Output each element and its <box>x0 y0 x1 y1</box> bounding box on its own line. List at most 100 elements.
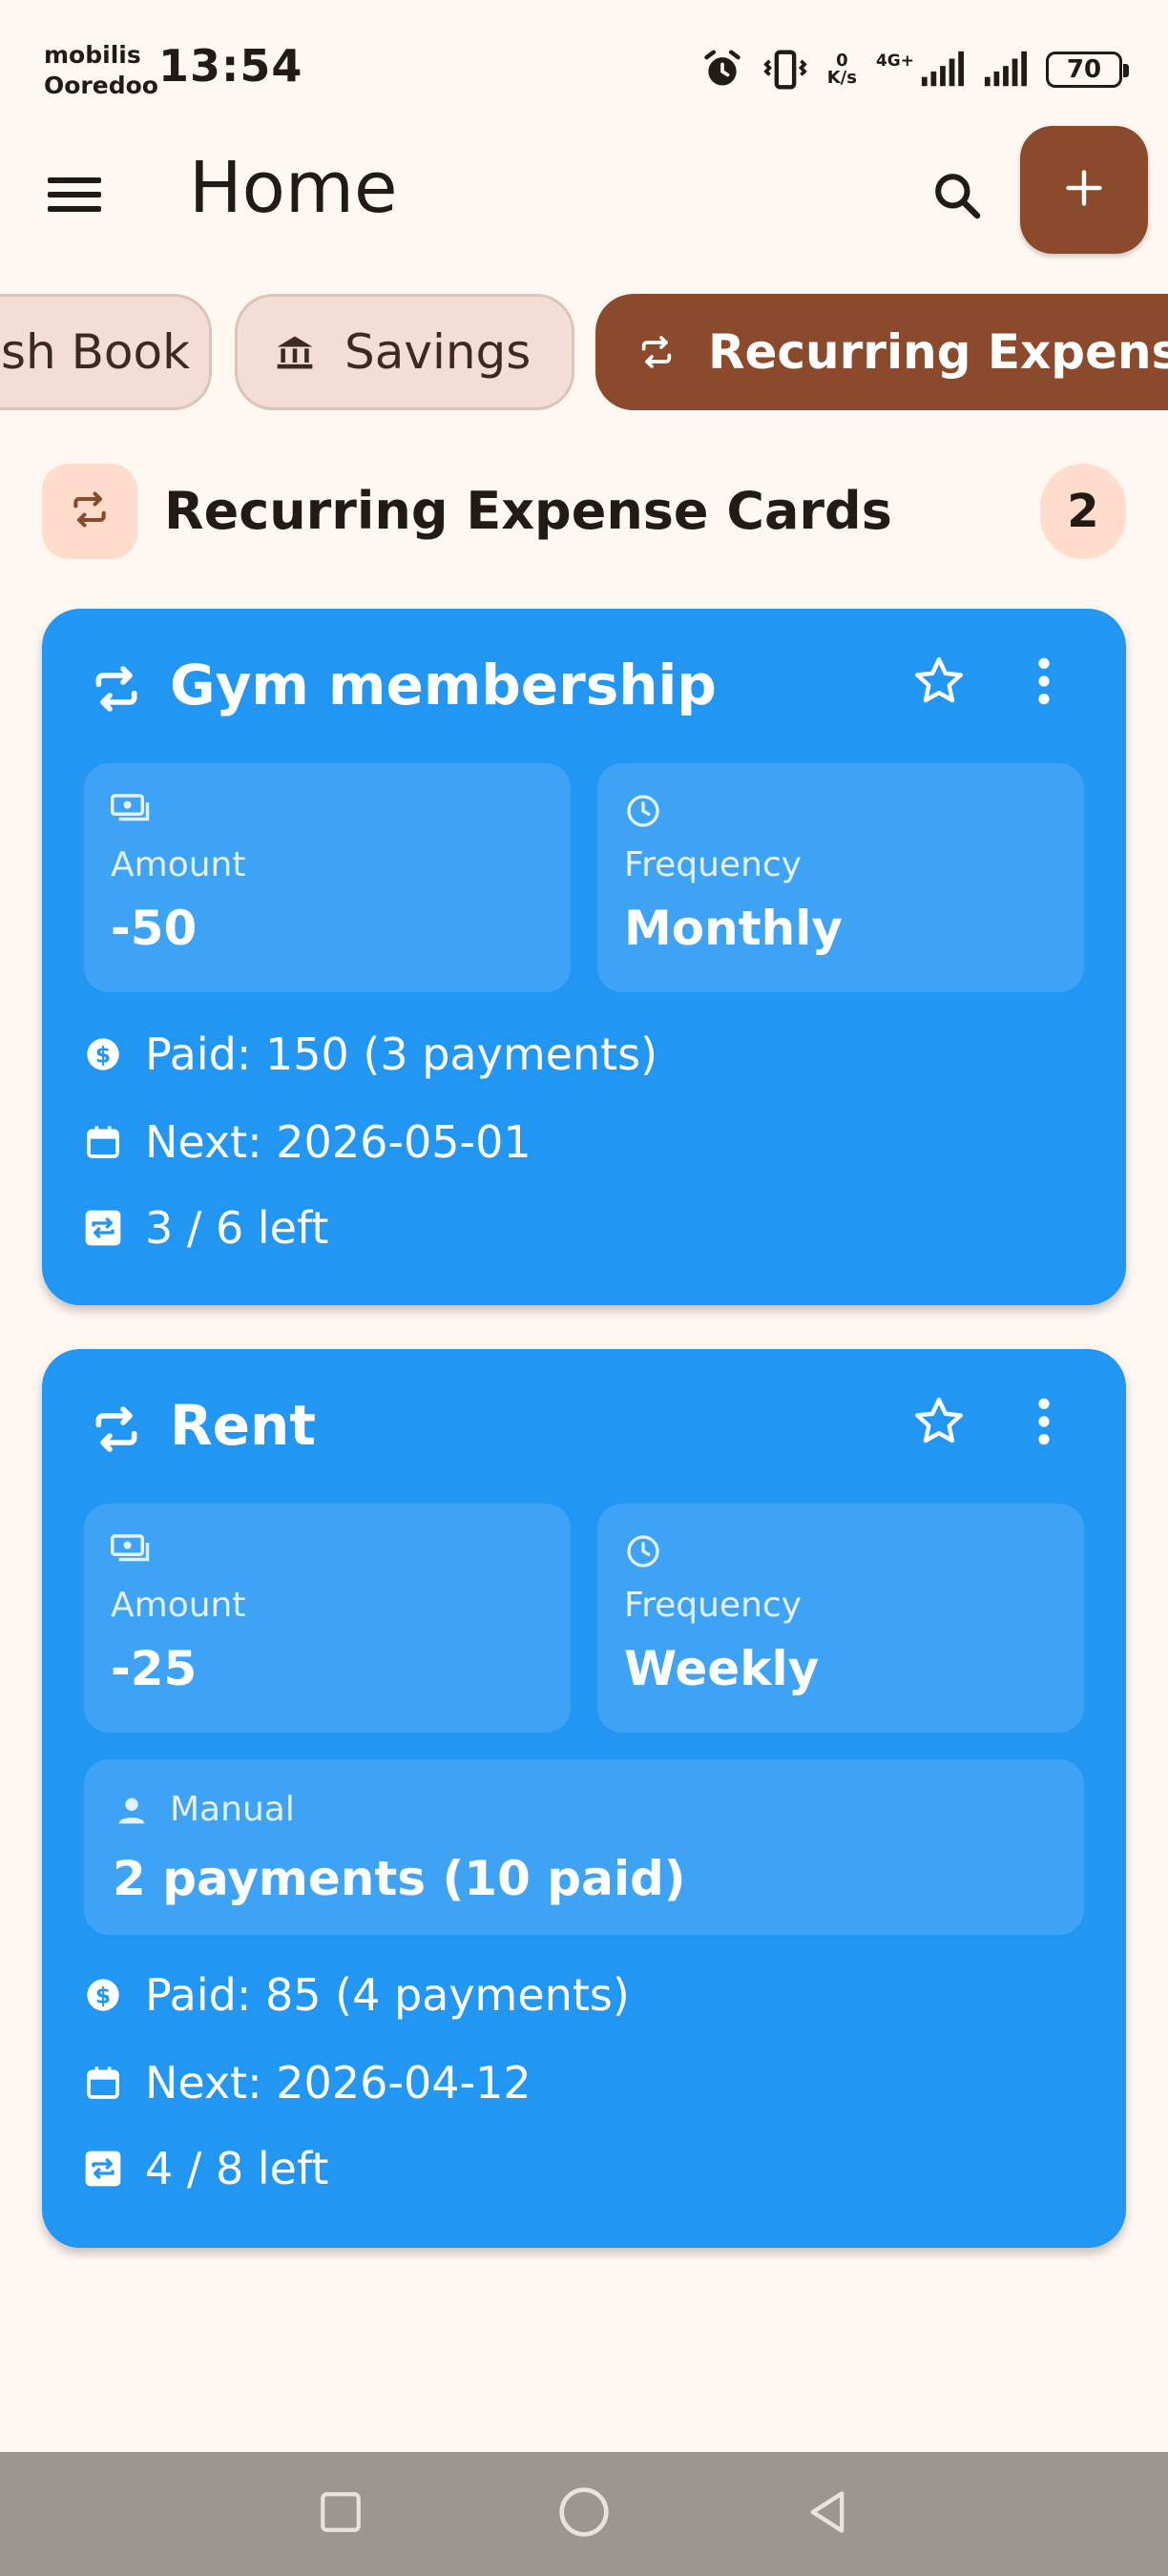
person-icon <box>113 1792 151 1834</box>
favorite-button[interactable] <box>901 645 977 721</box>
repeat-icon <box>90 1402 143 1460</box>
battery-indicator: 70 <box>1046 52 1129 88</box>
tab-savings[interactable]: Savings <box>235 294 574 410</box>
bank-icon <box>274 331 316 373</box>
network-speed: 0 K/s <box>827 52 857 87</box>
star-icon <box>911 654 967 713</box>
card-title: Gym membership <box>170 653 717 717</box>
frequency-label: Frequency <box>624 845 802 884</box>
next-row: Next: 2026-05-01 <box>84 1109 532 1175</box>
tab-recurring-expense[interactable]: Recurring Expense <box>595 294 1168 410</box>
recurring-expense-card[interactable]: Rent Amount -25 Frequency Weekly Manual <box>42 1349 1126 2248</box>
paid-row: $ Paid: 150 (3 payments) <box>84 1021 657 1088</box>
alarm-icon <box>701 49 743 91</box>
status-icons: 0 K/s 4G+ 70 <box>701 46 1129 93</box>
recurring-expense-card[interactable]: Gym membership Amount -50 Frequency Mont… <box>42 609 1126 1305</box>
more-options-button[interactable] <box>1006 1385 1082 1462</box>
network-type: 4G+ <box>875 52 914 71</box>
amount-value: -25 <box>111 1641 198 1696</box>
money-icon <box>111 1532 151 1570</box>
dollar-icon: $ <box>84 1035 130 1073</box>
clock-icon <box>624 1532 662 1574</box>
plus-icon <box>1063 167 1105 213</box>
app-bar: Home <box>0 124 1168 258</box>
recents-button[interactable] <box>307 2481 374 2547</box>
tab-cash-book[interactable]: sh Book <box>0 294 212 410</box>
clock-icon <box>624 792 662 834</box>
category-tabs: sh Book Savings Recurring Expense <box>0 294 1168 412</box>
remaining-text: 4 / 8 left <box>145 2143 329 2194</box>
tab-label: Recurring Expense <box>708 324 1168 380</box>
carrier-line-1: mobilis <box>44 41 141 69</box>
carrier-line-2: Ooredoo <box>44 72 158 99</box>
section-icon-container <box>42 464 137 559</box>
status-bar: mobilis Ooredoo 13:54 0 K/s 4G+ 70 <box>0 0 1168 124</box>
amount-label: Amount <box>111 845 246 884</box>
paid-row: $ Paid: 85 (4 payments) <box>84 1962 630 2028</box>
manual-label: Manual <box>170 1790 295 1829</box>
back-triangle-icon <box>803 2487 852 2541</box>
page-title: Home <box>189 147 398 229</box>
card-title: Rent <box>170 1393 317 1458</box>
menu-button[interactable] <box>36 158 113 235</box>
dollar-icon: $ <box>84 1976 130 2014</box>
battery-level: 70 <box>1066 55 1102 84</box>
vibrate-icon <box>762 49 808 91</box>
network-speed-unit: K/s <box>826 68 857 88</box>
svg-text:$: $ <box>95 1982 111 2008</box>
search-button[interactable] <box>914 155 1000 240</box>
section-title: Recurring Expense Cards <box>164 481 892 541</box>
tab-label: Savings <box>344 324 532 380</box>
amount-label: Amount <box>111 1586 246 1625</box>
manual-payments-tile: Manual 2 payments (10 paid) <box>84 1759 1084 1935</box>
star-icon <box>911 1394 967 1453</box>
carrier-name: mobilis Ooredoo <box>44 40 158 101</box>
repeat-icon <box>69 488 111 534</box>
square-icon <box>317 2488 365 2540</box>
section-header: Recurring Expense Cards 2 <box>42 462 1126 561</box>
count-badge: 2 <box>1040 464 1126 559</box>
frequency-value: Monthly <box>624 901 843 956</box>
more-vert-icon <box>1034 1395 1053 1452</box>
favorite-button[interactable] <box>901 1385 977 1462</box>
repeat-box-icon <box>84 1209 130 1247</box>
card-header: Gym membership <box>42 609 1126 780</box>
remaining-text: 3 / 6 left <box>145 1202 329 1254</box>
money-icon <box>111 792 151 830</box>
paid-text: Paid: 150 (3 payments) <box>145 1028 658 1080</box>
next-row: Next: 2026-04-12 <box>84 2049 532 2116</box>
frequency-label: Frequency <box>624 1586 802 1625</box>
repeat-box-icon <box>84 2150 130 2188</box>
svg-text:$: $ <box>95 1041 111 1068</box>
remaining-row: 3 / 6 left <box>84 1195 328 1261</box>
repeat-icon <box>637 333 676 371</box>
search-icon <box>930 169 984 226</box>
next-text: Next: 2026-04-12 <box>145 2057 532 2109</box>
tab-label: sh Book <box>1 324 191 380</box>
back-button[interactable] <box>794 2481 861 2547</box>
more-vert-icon <box>1034 654 1053 712</box>
calendar-icon <box>84 2064 130 2102</box>
signal-icon-sim2 <box>983 51 1027 89</box>
amount-tile: Amount -25 <box>84 1504 571 1733</box>
next-text: Next: 2026-05-01 <box>145 1116 532 1168</box>
status-clock: 13:54 <box>158 40 303 92</box>
paid-text: Paid: 85 (4 payments) <box>145 1969 630 2021</box>
add-button[interactable] <box>1020 126 1148 254</box>
amount-value: -50 <box>111 901 198 956</box>
signal-icon-sim1 <box>920 51 964 89</box>
frequency-tile: Frequency Monthly <box>597 763 1084 992</box>
repeat-icon <box>90 662 143 719</box>
remaining-row: 4 / 8 left <box>84 2135 328 2202</box>
frequency-tile: Frequency Weekly <box>597 1504 1084 1733</box>
home-button[interactable] <box>551 2481 617 2547</box>
manual-value: 2 payments (10 paid) <box>113 1851 686 1906</box>
amount-tile: Amount -50 <box>84 763 571 992</box>
card-header: Rent <box>42 1349 1126 1521</box>
more-options-button[interactable] <box>1006 645 1082 721</box>
system-navigation-bar <box>0 2452 1168 2576</box>
circle-icon <box>557 2485 611 2543</box>
frequency-value: Weekly <box>624 1641 820 1696</box>
calendar-icon <box>84 1123 130 1161</box>
menu-icon <box>48 176 101 218</box>
